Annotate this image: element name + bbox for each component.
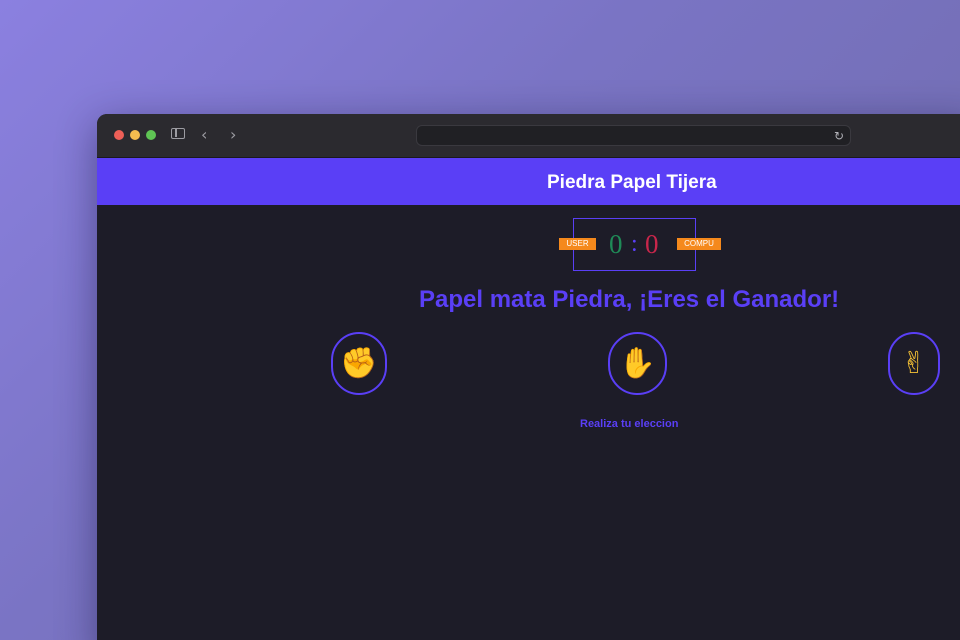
app-title: Piedra Papel Tijera xyxy=(547,172,717,193)
forward-icon[interactable]: › xyxy=(230,126,236,144)
sidebar-icon[interactable] xyxy=(171,128,185,139)
reload-icon[interactable]: ↻ xyxy=(834,127,844,145)
computer-score: 0 xyxy=(645,229,659,259)
victory-icon: ✌ xyxy=(901,345,927,381)
scissors-choice-button[interactable]: ✌ xyxy=(888,332,940,395)
fist-icon: ✊ xyxy=(340,345,378,381)
page-content: Piedra Papel Tijera USER COMPU 0 : 0 Pap… xyxy=(97,158,960,640)
app-header: Piedra Papel Tijera xyxy=(97,158,960,205)
user-score-label: USER xyxy=(559,238,596,250)
back-icon[interactable]: ‹ xyxy=(201,126,207,144)
choice-hint: Realiza tu eleccion xyxy=(580,418,679,430)
zoom-window-button[interactable] xyxy=(146,130,156,140)
paper-choice-button[interactable]: ✋ xyxy=(608,332,667,395)
close-window-button[interactable] xyxy=(114,130,124,140)
hand-icon: ✋ xyxy=(618,345,657,381)
minimize-window-button[interactable] xyxy=(130,130,140,140)
computer-score-label: COMPU xyxy=(677,238,721,250)
score-separator: : xyxy=(631,231,638,257)
address-bar[interactable]: ↻ xyxy=(416,125,851,146)
user-score: 0 xyxy=(609,229,623,259)
result-message: Papel mata Piedra, ¡Eres el Ganador! xyxy=(419,286,840,313)
browser-titlebar: ‹ › ↻ xyxy=(97,114,960,158)
rock-choice-button[interactable]: ✊ xyxy=(331,332,387,395)
browser-window: ‹ › ↻ Piedra Papel Tijera USER COMPU 0 :… xyxy=(97,114,960,640)
